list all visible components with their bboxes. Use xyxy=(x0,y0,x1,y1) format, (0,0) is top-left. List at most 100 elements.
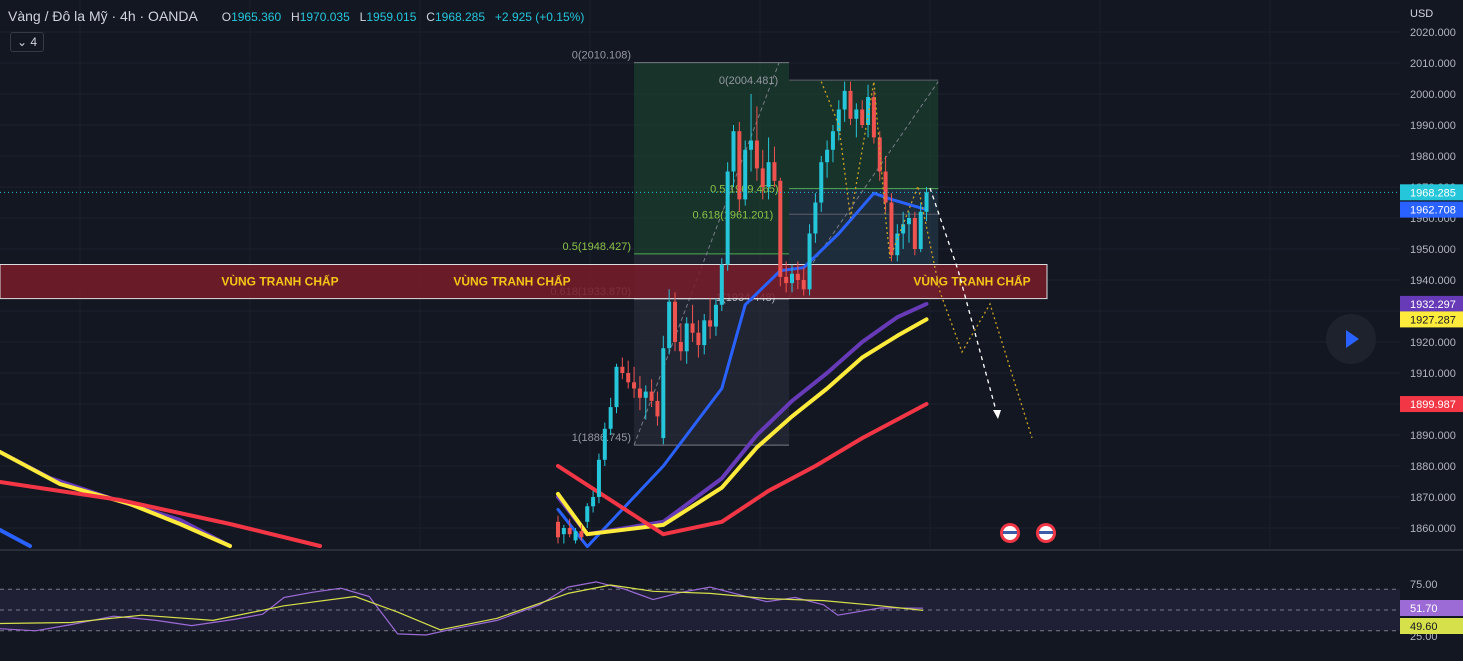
candle-body xyxy=(725,171,730,265)
price-axis-tick: 1870.000 xyxy=(1410,492,1456,504)
candle-body xyxy=(684,323,689,352)
price-chart-svg[interactable]: 0(2010.108)0.5(1948.427)0.618(1933.870)1… xyxy=(0,0,1463,656)
candle-body xyxy=(819,162,824,203)
price-label-text: 1899.987 xyxy=(1410,399,1456,411)
price-axis-tick: 2000.000 xyxy=(1410,89,1456,101)
candle-body xyxy=(585,506,590,522)
candle-body xyxy=(807,233,812,290)
candle-body xyxy=(667,301,672,349)
open-value: 1965.360 xyxy=(231,10,282,24)
candle-body xyxy=(790,273,794,284)
candle-body xyxy=(842,90,847,110)
chevron-down-icon: ⌄ xyxy=(17,35,28,49)
candle-body xyxy=(655,400,660,417)
price-axis-tick: 2020.000 xyxy=(1410,27,1456,39)
fib-left-level-label: 1(1886.745) xyxy=(572,432,631,444)
rsi-value-text: 51.70 xyxy=(1410,603,1438,615)
candle-body xyxy=(632,382,637,389)
candle-body xyxy=(602,428,607,460)
us-flag-icon xyxy=(1036,523,1056,543)
price-axis-tick: 1880.000 xyxy=(1410,461,1456,473)
rsi-axis-tick: 75.00 xyxy=(1410,579,1438,591)
candle-body xyxy=(702,320,707,346)
zone-label-left: VÙNG TRANH CHẤP xyxy=(221,274,338,289)
candle-body xyxy=(778,180,783,277)
price-axis-tick: 1950.000 xyxy=(1410,244,1456,256)
candle-body xyxy=(866,97,871,125)
fib-box-right-upper xyxy=(789,80,939,189)
candle-body xyxy=(924,192,929,212)
candle-body xyxy=(848,90,853,119)
symbol-title[interactable]: Vàng / Đô la Mỹ · 4h · OANDA xyxy=(8,8,198,24)
candle-body xyxy=(772,162,777,181)
candle-body xyxy=(766,162,771,187)
candle-body xyxy=(907,218,911,225)
fib-right-level-label: 0(2004.481) xyxy=(719,75,778,87)
candle-body xyxy=(637,388,642,398)
candle-body xyxy=(573,531,578,541)
candle-body xyxy=(860,109,865,125)
zone-label-middle: VÙNG TRANH CHẤP xyxy=(453,274,570,289)
price-label-text: 1968.285 xyxy=(1410,187,1456,199)
candle-body xyxy=(708,320,713,327)
price-label-text: 1962.708 xyxy=(1410,205,1456,217)
zone-label-right: VÙNG TRANH CHẤP xyxy=(913,274,1030,289)
price-axis-tick: 1940.000 xyxy=(1410,275,1456,287)
candle-body xyxy=(795,273,800,280)
candle-body xyxy=(713,304,718,327)
candle-body xyxy=(754,140,759,169)
candle-body xyxy=(696,332,701,346)
price-axis-tick: 1860.000 xyxy=(1410,523,1456,535)
trading-chart[interactable]: 0(2010.108)0.5(1948.427)0.618(1933.870)1… xyxy=(0,0,1463,656)
price-axis-tick: 1920.000 xyxy=(1410,337,1456,349)
candle-body xyxy=(614,366,619,408)
play-icon xyxy=(1346,330,1359,348)
indicators-toggle-button[interactable]: ⌄ 4 xyxy=(10,32,45,52)
replay-play-button[interactable] xyxy=(1326,314,1376,364)
candle-body xyxy=(912,218,917,249)
high-label: H xyxy=(291,10,300,24)
candle-body xyxy=(813,202,818,234)
candle-body xyxy=(661,348,666,439)
candle-body xyxy=(620,366,625,373)
indicator-count: 4 xyxy=(30,35,38,49)
price-axis-tick: 1980.000 xyxy=(1410,151,1456,163)
fib-left-level-label: 0(2010.108) xyxy=(572,50,631,62)
price-label-text: 1932.297 xyxy=(1410,299,1456,311)
candle-body xyxy=(643,391,648,398)
candle-body xyxy=(608,407,613,429)
candle-body xyxy=(649,391,654,401)
change-value: +2.925 (+0.15%) xyxy=(494,10,585,24)
candle-body xyxy=(825,149,830,163)
candle-body xyxy=(784,276,789,284)
price-axis-tick: 1910.000 xyxy=(1410,368,1456,380)
candle-body xyxy=(673,301,677,342)
fib-left-level-label: 0.5(1948.427) xyxy=(563,241,632,253)
candle-body xyxy=(854,109,859,119)
currency-label: USD xyxy=(1410,8,1433,20)
candle-body xyxy=(737,131,742,200)
candle-body xyxy=(556,521,560,538)
close-label: C xyxy=(426,10,435,24)
candle-body xyxy=(626,373,631,383)
fib-right-level-label: 0.618(1961.201) xyxy=(693,209,774,221)
candle-body xyxy=(749,140,754,150)
candle-body xyxy=(918,211,923,249)
candle-body xyxy=(731,131,736,172)
candle-body xyxy=(567,528,572,535)
candle-body xyxy=(889,202,894,256)
candle-body xyxy=(760,168,765,187)
candle-body xyxy=(690,323,695,333)
candle-body xyxy=(719,264,724,305)
price-axis-tick: 2010.000 xyxy=(1410,58,1456,70)
low-value: 1959.015 xyxy=(366,10,417,24)
symbol-header: Vàng / Đô la Mỹ · 4h · OANDA O1965.360 H… xyxy=(8,8,584,24)
candle-body xyxy=(591,497,596,507)
candle-body xyxy=(579,531,584,538)
fib-box-upper xyxy=(634,62,790,254)
price-label-text: 1927.287 xyxy=(1410,314,1456,326)
candle-body xyxy=(830,131,835,150)
rsi-value-text: 49.60 xyxy=(1410,621,1438,633)
price-axis-tick: 1990.000 xyxy=(1410,120,1456,132)
candle-body xyxy=(801,280,806,290)
